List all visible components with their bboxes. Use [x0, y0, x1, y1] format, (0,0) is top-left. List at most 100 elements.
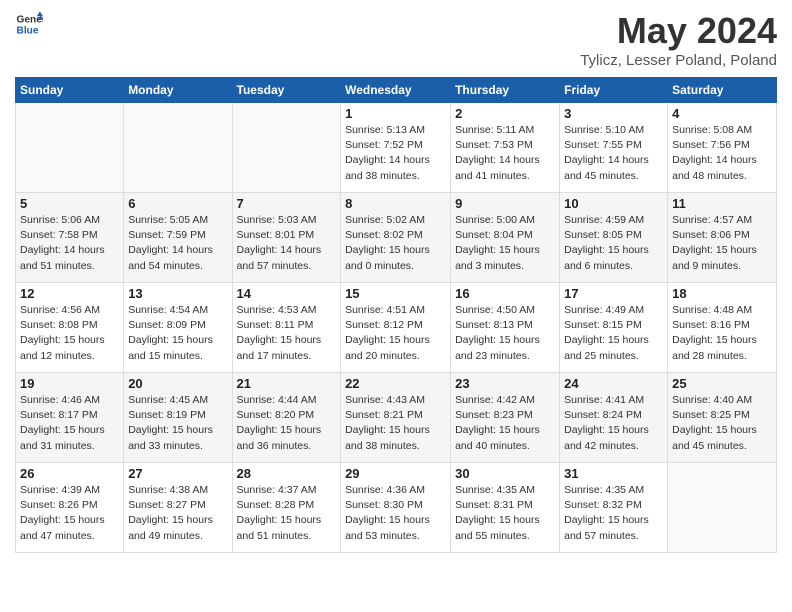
calendar-cell: 10 Sunrise: 4:59 AM Sunset: 8:05 PM Dayli…	[560, 193, 668, 283]
day-number: 4	[672, 106, 772, 121]
calendar-cell: 17Sunrise: 4:49 AM Sunset: 8:15 PM Dayli…	[560, 283, 668, 373]
weekday-header-sunday: Sunday	[16, 78, 124, 103]
day-number: 20	[128, 376, 227, 391]
day-info: Sunrise: 4:48 AM Sunset: 8:16 PM Dayligh…	[672, 303, 772, 364]
day-info: Sunrise: 4:36 AM Sunset: 8:30 PM Dayligh…	[345, 483, 446, 544]
weekday-header-saturday: Saturday	[668, 78, 777, 103]
calendar-cell: 13 Sunrise: 4:54 AM Sunset: 8:09 PM Dayli…	[124, 283, 232, 373]
calendar-cell: 2Sunrise: 5:11 AM Sunset: 7:53 PM Daylig…	[451, 103, 560, 193]
day-number: 15	[345, 286, 446, 301]
day-info: Sunrise: 4:50 AM Sunset: 8:13 PM Dayligh…	[455, 303, 555, 364]
calendar-header: SundayMondayTuesdayWednesdayThursdayFrid…	[16, 78, 777, 103]
calendar-cell: 1Sunrise: 5:13 AM Sunset: 7:52 PM Daylig…	[341, 103, 451, 193]
day-info: Sunrise: 5:03 AM Sunset: 8:01 PM Dayligh…	[237, 213, 337, 274]
day-number: 31	[564, 466, 663, 481]
calendar-cell: 8Sunrise: 5:02 AM Sunset: 8:02 PM Daylig…	[341, 193, 451, 283]
day-info: Sunrise: 5:06 AM Sunset: 7:58 PM Dayligh…	[20, 213, 119, 274]
day-info: Sunrise: 4:37 AM Sunset: 8:28 PM Dayligh…	[237, 483, 337, 544]
weekday-header-wednesday: Wednesday	[341, 78, 451, 103]
day-info: Sunrise: 5:00 AM Sunset: 8:04 PM Dayligh…	[455, 213, 555, 274]
svg-text:Blue: Blue	[17, 25, 39, 36]
calendar-cell: 27 Sunrise: 4:38 AM Sunset: 8:27 PM Dayli…	[124, 463, 232, 553]
day-number: 10	[564, 196, 663, 211]
calendar-body: 1Sunrise: 5:13 AM Sunset: 7:52 PM Daylig…	[16, 103, 777, 553]
day-number: 6	[128, 196, 227, 211]
day-number: 30	[455, 466, 555, 481]
calendar-cell	[668, 463, 777, 553]
day-number: 25	[672, 376, 772, 391]
day-info: Sunrise: 4:41 AM Sunset: 8:24 PM Dayligh…	[564, 393, 663, 454]
day-info: Sunrise: 4:49 AM Sunset: 8:15 PM Dayligh…	[564, 303, 663, 364]
day-info: Sunrise: 4:38 AM Sunset: 8:27 PM Dayligh…	[128, 483, 227, 544]
day-number: 18	[672, 286, 772, 301]
calendar-cell: 12 Sunrise: 4:56 AM Sunset: 8:08 PM Dayli…	[16, 283, 124, 373]
day-info: Sunrise: 4:45 AM Sunset: 8:19 PM Dayligh…	[128, 393, 227, 454]
day-info: Sunrise: 4:46 AM Sunset: 8:17 PM Dayligh…	[20, 393, 119, 454]
calendar-cell: 20 Sunrise: 4:45 AM Sunset: 8:19 PM Dayli…	[124, 373, 232, 463]
calendar-cell: 30 Sunrise: 4:35 AM Sunset: 8:31 PM Dayli…	[451, 463, 560, 553]
logo: General Blue	[15, 10, 43, 38]
calendar-week-1: 1Sunrise: 5:13 AM Sunset: 7:52 PM Daylig…	[16, 103, 777, 193]
calendar-cell: 6 Sunrise: 5:05 AM Sunset: 7:59 PM Daylig…	[124, 193, 232, 283]
calendar-cell: 7 Sunrise: 5:03 AM Sunset: 8:01 PM Daylig…	[232, 193, 341, 283]
calendar-cell: 16 Sunrise: 4:50 AM Sunset: 8:13 PM Dayli…	[451, 283, 560, 373]
day-info: Sunrise: 4:39 AM Sunset: 8:26 PM Dayligh…	[20, 483, 119, 544]
day-info: Sunrise: 4:35 AM Sunset: 8:31 PM Dayligh…	[455, 483, 555, 544]
day-info: Sunrise: 4:59 AM Sunset: 8:05 PM Dayligh…	[564, 213, 663, 274]
calendar-week-4: 19 Sunrise: 4:46 AM Sunset: 8:17 PM Dayli…	[16, 373, 777, 463]
day-info: Sunrise: 4:35 AM Sunset: 8:32 PM Dayligh…	[564, 483, 663, 544]
calendar-cell: 29Sunrise: 4:36 AM Sunset: 8:30 PM Dayli…	[341, 463, 451, 553]
day-number: 8	[345, 196, 446, 211]
day-number: 11	[672, 196, 772, 211]
calendar-cell: 28 Sunrise: 4:37 AM Sunset: 8:28 PM Dayli…	[232, 463, 341, 553]
day-info: Sunrise: 4:43 AM Sunset: 8:21 PM Dayligh…	[345, 393, 446, 454]
calendar-week-3: 12 Sunrise: 4:56 AM Sunset: 8:08 PM Dayli…	[16, 283, 777, 373]
weekday-header-row: SundayMondayTuesdayWednesdayThursdayFrid…	[16, 78, 777, 103]
day-number: 28	[237, 466, 337, 481]
day-info: Sunrise: 5:08 AM Sunset: 7:56 PM Dayligh…	[672, 123, 772, 184]
day-info: Sunrise: 5:05 AM Sunset: 7:59 PM Dayligh…	[128, 213, 227, 274]
calendar-cell: 24Sunrise: 4:41 AM Sunset: 8:24 PM Dayli…	[560, 373, 668, 463]
day-info: Sunrise: 4:57 AM Sunset: 8:06 PM Dayligh…	[672, 213, 772, 274]
logo-icon: General Blue	[15, 10, 43, 38]
day-number: 5	[20, 196, 119, 211]
day-info: Sunrise: 5:10 AM Sunset: 7:55 PM Dayligh…	[564, 123, 663, 184]
weekday-header-tuesday: Tuesday	[232, 78, 341, 103]
month-title: May 2024	[580, 10, 777, 52]
day-info: Sunrise: 4:56 AM Sunset: 8:08 PM Dayligh…	[20, 303, 119, 364]
weekday-header-thursday: Thursday	[451, 78, 560, 103]
day-number: 26	[20, 466, 119, 481]
day-number: 14	[237, 286, 337, 301]
weekday-header-monday: Monday	[124, 78, 232, 103]
day-number: 7	[237, 196, 337, 211]
calendar-cell: 11 Sunrise: 4:57 AM Sunset: 8:06 PM Dayli…	[668, 193, 777, 283]
calendar-cell: 26 Sunrise: 4:39 AM Sunset: 8:26 PM Dayli…	[16, 463, 124, 553]
weekday-header-friday: Friday	[560, 78, 668, 103]
calendar-cell: 5 Sunrise: 5:06 AM Sunset: 7:58 PM Daylig…	[16, 193, 124, 283]
calendar-cell: 18 Sunrise: 4:48 AM Sunset: 8:16 PM Dayli…	[668, 283, 777, 373]
calendar-table: SundayMondayTuesdayWednesdayThursdayFrid…	[15, 77, 777, 553]
day-number: 21	[237, 376, 337, 391]
day-info: Sunrise: 4:54 AM Sunset: 8:09 PM Dayligh…	[128, 303, 227, 364]
title-block: May 2024 Tylicz, Lesser Poland, Poland	[580, 10, 777, 69]
day-number: 22	[345, 376, 446, 391]
calendar-cell	[232, 103, 341, 193]
calendar-cell: 23Sunrise: 4:42 AM Sunset: 8:23 PM Dayli…	[451, 373, 560, 463]
day-info: Sunrise: 4:44 AM Sunset: 8:20 PM Dayligh…	[237, 393, 337, 454]
day-number: 13	[128, 286, 227, 301]
day-number: 27	[128, 466, 227, 481]
calendar-cell: 25Sunrise: 4:40 AM Sunset: 8:25 PM Dayli…	[668, 373, 777, 463]
day-info: Sunrise: 4:51 AM Sunset: 8:12 PM Dayligh…	[345, 303, 446, 364]
day-info: Sunrise: 5:11 AM Sunset: 7:53 PM Dayligh…	[455, 123, 555, 184]
calendar-cell	[16, 103, 124, 193]
calendar-cell: 19 Sunrise: 4:46 AM Sunset: 8:17 PM Dayli…	[16, 373, 124, 463]
day-number: 3	[564, 106, 663, 121]
calendar-cell: 31 Sunrise: 4:35 AM Sunset: 8:32 PM Dayli…	[560, 463, 668, 553]
page-header: General Blue May 2024 Tylicz, Lesser Pol…	[15, 10, 777, 69]
day-number: 1	[345, 106, 446, 121]
day-number: 19	[20, 376, 119, 391]
day-number: 16	[455, 286, 555, 301]
day-number: 12	[20, 286, 119, 301]
calendar-cell: 4 Sunrise: 5:08 AM Sunset: 7:56 PM Daylig…	[668, 103, 777, 193]
day-number: 23	[455, 376, 555, 391]
